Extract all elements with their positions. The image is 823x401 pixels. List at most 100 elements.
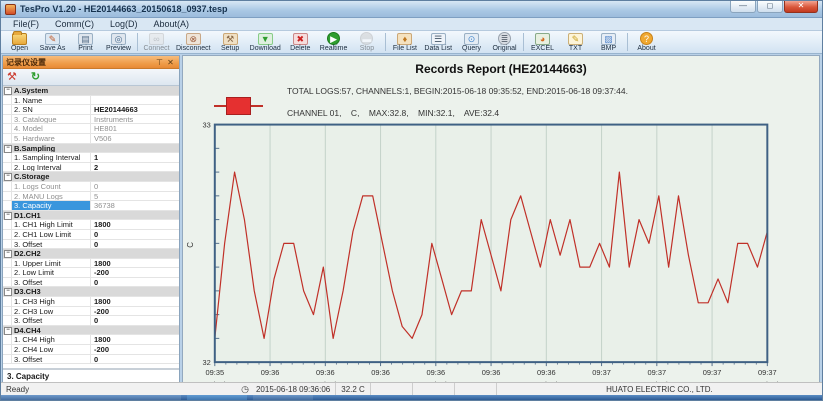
property-row[interactable]: 3. Offset0 [3,316,179,326]
property-value[interactable]: 1800 [91,220,179,229]
property-row[interactable]: 3. Capacity36738 [3,201,179,211]
property-section-d1.ch1[interactable]: D1.CH1 [3,211,179,221]
property-row[interactable]: 2. Log Interval2 [3,163,179,173]
property-value[interactable]: HE20144663 [91,105,179,114]
property-value[interactable]: 36738 [91,201,179,210]
property-row[interactable]: 1. CH1 High Limit1800 [3,220,179,230]
toolbar-button-about[interactable]: ?About [630,31,663,53]
property-value[interactable]: -200 [91,268,179,277]
toolbar-button-file-list[interactable]: ♦File List [388,31,421,53]
menu-item-file[interactable]: File(F) [5,19,47,29]
toolbar-button-label: Disconnect [176,45,211,52]
panel-header: 记录仪设置 ⊤ ✕ [3,56,179,69]
property-value[interactable]: 2 [91,163,179,172]
toolbar-button-save-as[interactable]: ✎Save As [36,31,69,53]
property-row[interactable]: 2. CH1 Low Limit0 [3,230,179,240]
toolbar-button-txt[interactable]: ✎TXT [559,31,592,53]
maximize-button[interactable]: ◻ [757,1,783,13]
collapse-icon[interactable] [3,144,12,153]
property-value[interactable]: HE801 [91,124,179,133]
property-value[interactable]: 5 [91,192,179,201]
toolbar-button-data-list[interactable]: ☰Data List [421,31,455,53]
property-name: 3. Offset [12,278,91,287]
minimize-button[interactable]: — [730,1,756,13]
property-value[interactable]: 0 [91,182,179,191]
status-empty-cell [455,383,497,395]
toolbar-button-excel[interactable]: ◕EXCEL [526,31,559,53]
setup-tools-icon[interactable]: ⚒ [7,70,17,84]
property-row[interactable]: 2. CH4 Low-200 [3,345,179,355]
toolbar-button-preview[interactable]: ◎Preview [102,31,135,53]
property-row[interactable]: 1. CH4 High1800 [3,335,179,345]
property-row[interactable]: 2. CH3 Low-200 [3,307,179,317]
property-section-a.system[interactable]: A.System [3,86,179,96]
property-value[interactable]: V506 [91,134,179,143]
toolbar-button-realtime[interactable]: ▶Realtime [317,31,351,53]
property-value[interactable]: 1 [91,153,179,162]
property-value[interactable]: 0 [91,230,179,239]
property-row[interactable]: 3. Offset0 [3,355,179,365]
property-row[interactable]: 5. HardwareV506 [3,134,179,144]
refresh-icon[interactable]: ↻ [31,70,40,84]
property-row[interactable]: 3. CatalogueInstruments [3,115,179,125]
property-value[interactable] [91,96,179,105]
toolbar-button-print[interactable]: ▤Print [69,31,102,53]
collapse-icon[interactable] [3,211,12,220]
toolbar-button-download[interactable]: ▼Download [247,31,284,53]
property-value[interactable]: Instruments [91,115,179,124]
property-value[interactable]: 1800 [91,335,179,344]
property-value[interactable]: 0 [91,240,179,249]
channel-legend [214,97,263,115]
toolbar-button-bmp[interactable]: ▨BMP [592,31,625,53]
toolbar-button-setup[interactable]: ⚒Setup [214,31,247,53]
property-value[interactable]: 1800 [91,297,179,306]
property-section-b.sampling[interactable]: B.Sampling [3,144,179,154]
property-row[interactable]: 2. SNHE20144663 [3,105,179,115]
pin-icon[interactable]: ⊤ [154,58,165,67]
toolbar-button-label: Connect [143,45,169,52]
collapse-icon[interactable] [3,249,12,258]
property-value[interactable]: 0 [91,278,179,287]
property-row[interactable]: 2. MANU Logs5 [3,192,179,202]
collapse-icon[interactable] [3,86,12,95]
panel-toolbar: ⚒ ↻ [3,69,179,86]
property-row[interactable]: 3. Offset0 [3,240,179,250]
property-value[interactable]: 0 [91,316,179,325]
property-row[interactable]: 1. Logs Count0 [3,182,179,192]
status-company: HUATO ELECTRIC CO., LTD. [497,383,822,395]
toolbar-button-open[interactable]: Open [3,31,36,53]
property-section-d4.ch4[interactable]: D4.CH4 [3,326,179,336]
property-row[interactable]: 1. Name [3,96,179,106]
property-section-d3.ch3[interactable]: D3.CH3 [3,287,179,297]
property-value[interactable]: -200 [91,307,179,316]
print-icon: ▤ [78,33,93,45]
row-gutter [3,182,12,191]
property-row[interactable]: 4. ModelHE801 [3,124,179,134]
property-grid: A.System1. Name2. SNHE201446633. Catalog… [3,86,179,368]
collapse-icon[interactable] [3,172,12,181]
collapse-icon[interactable] [3,326,12,335]
property-section-c.storage[interactable]: C.Storage [3,172,179,182]
property-value[interactable]: -200 [91,345,179,354]
menu-item-log[interactable]: Log(D) [102,19,146,29]
records-chart[interactable]: 09:352015/06/1809:3609:362015/06/1809:36… [183,56,819,383]
property-section-d2.ch2[interactable]: D2.CH2 [3,249,179,259]
toolbar-button-query[interactable]: ⊙Query [455,31,488,53]
property-value[interactable]: 1800 [91,259,179,268]
property-name: 2. CH4 Low [12,345,91,354]
toolbar-button-disconnect[interactable]: ⊗Disconnect [173,31,214,53]
toolbar-button-original[interactable]: ≣Original [488,31,521,53]
menu-item-comm[interactable]: Comm(C) [47,19,102,29]
property-row[interactable]: 1. Sampling Interval1 [3,153,179,163]
property-row[interactable]: 2. Low Limit-200 [3,268,179,278]
svg-text:09:36: 09:36 [426,368,445,377]
collapse-icon[interactable] [3,287,12,296]
property-row[interactable]: 1. Upper Limit1800 [3,259,179,269]
property-value[interactable]: 0 [91,355,179,364]
property-row[interactable]: 3. Offset0 [3,278,179,288]
close-button[interactable]: ✕ [784,1,818,13]
toolbar-button-delete[interactable]: ✖Delete [284,31,317,53]
property-row[interactable]: 1. CH3 High1800 [3,297,179,307]
menu-item-about[interactable]: About(A) [146,19,198,29]
close-icon[interactable]: ✕ [165,58,176,67]
